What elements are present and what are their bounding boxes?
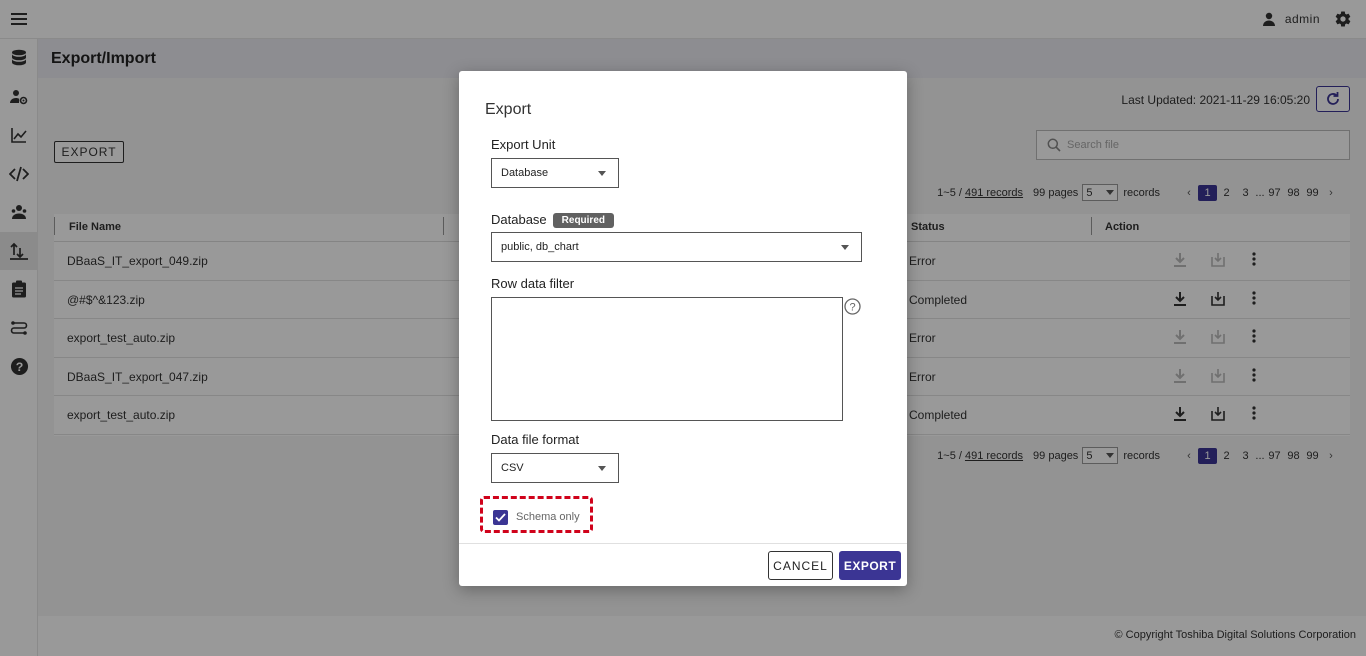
data-format-label: Data file format — [491, 432, 580, 447]
required-badge: Required — [552, 213, 614, 228]
caret-down-icon — [598, 170, 606, 176]
database-select[interactable]: public, db_chart — [491, 232, 862, 262]
caret-down-icon — [841, 244, 849, 250]
data-format-value: CSV — [501, 462, 524, 474]
svg-text:?: ? — [849, 302, 855, 314]
database-label: Database Required — [491, 212, 614, 228]
row-filter-label: Row data filter — [491, 276, 575, 291]
row-filter-textarea[interactable] — [491, 297, 843, 421]
export-unit-value: Database — [501, 167, 549, 179]
export-unit-select[interactable]: Database — [491, 158, 619, 188]
dialog-title: Export — [485, 101, 532, 118]
database-label-text: Database — [491, 212, 547, 227]
cancel-button[interactable]: CANCEL — [768, 551, 833, 580]
export-unit-label: Export Unit — [491, 137, 556, 152]
dialog-export-button[interactable]: EXPORT — [839, 551, 901, 580]
question-circle-icon[interactable]: ? — [844, 298, 861, 315]
schema-only-label[interactable]: Schema only — [516, 511, 580, 523]
schema-only-checkbox[interactable] — [493, 510, 508, 525]
data-format-select[interactable]: CSV — [491, 453, 619, 483]
export-dialog: Export Export Unit Database Database Requ… — [459, 71, 907, 586]
check-icon — [495, 513, 506, 522]
database-value: public, db_chart — [501, 241, 579, 253]
caret-down-icon — [598, 465, 606, 471]
dialog-divider — [459, 543, 907, 544]
